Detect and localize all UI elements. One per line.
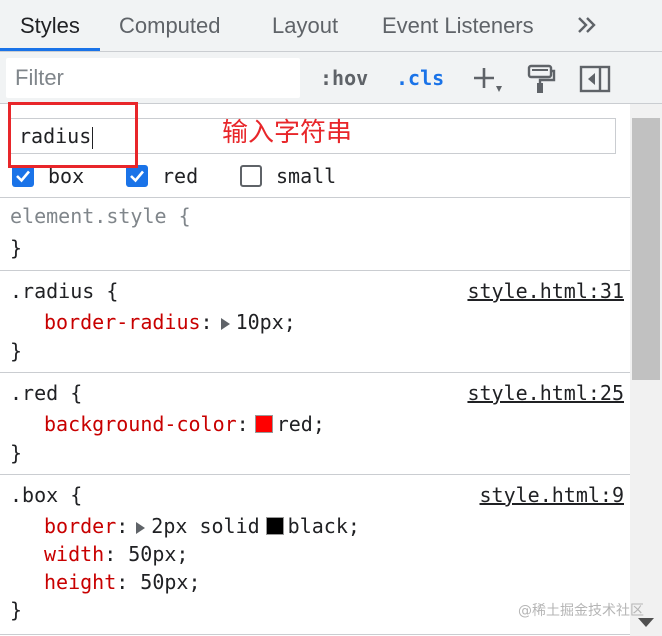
rule-source-link[interactable]: style.html:31 bbox=[467, 277, 624, 305]
vertical-scrollbar[interactable] bbox=[630, 104, 662, 636]
class-label-small: small bbox=[276, 164, 337, 188]
rule-source-link[interactable]: style.html:9 bbox=[480, 481, 625, 509]
rule-selector[interactable]: .box { bbox=[10, 481, 82, 509]
tab-computed[interactable]: Computed bbox=[119, 0, 221, 52]
active-tab-indicator bbox=[0, 48, 100, 51]
property-value[interactable]: 10px; bbox=[236, 310, 296, 334]
rule-close-brace: } bbox=[10, 598, 23, 622]
property-colon: : bbox=[116, 570, 129, 594]
property-colon: : bbox=[104, 542, 117, 566]
checkbox-checked-icon[interactable] bbox=[12, 165, 34, 187]
filter-input[interactable] bbox=[7, 59, 299, 97]
panel-tab-bar: Styles Computed Layout Event Listeners bbox=[0, 0, 662, 52]
property-value[interactable]: red; bbox=[277, 412, 325, 436]
tab-styles[interactable]: Styles bbox=[20, 0, 80, 52]
property-name[interactable]: border-radius bbox=[44, 310, 201, 334]
property-value[interactable]: 2px solid bbox=[151, 514, 259, 538]
double-chevron-right-icon[interactable] bbox=[570, 8, 604, 42]
property-value[interactable]: 50px; bbox=[128, 542, 188, 566]
toggle-sidebar-icon[interactable] bbox=[578, 64, 612, 94]
checkbox-checked-icon[interactable] bbox=[126, 165, 148, 187]
expand-triangle-icon[interactable] bbox=[220, 317, 230, 330]
filter-box bbox=[6, 58, 300, 98]
property-name[interactable]: width bbox=[44, 542, 104, 566]
declaration-row[interactable]: border: 2px solid black; bbox=[44, 512, 360, 540]
scrollbar-thumb[interactable] bbox=[632, 118, 660, 380]
plus-icon[interactable] bbox=[468, 64, 502, 94]
expand-triangle-icon[interactable] bbox=[136, 521, 146, 534]
rule-selector[interactable]: .radius { bbox=[10, 277, 118, 305]
cls-toggle-button[interactable]: .cls bbox=[396, 62, 444, 94]
class-label-red: red bbox=[162, 164, 199, 188]
property-name[interactable]: background-color bbox=[44, 412, 237, 436]
declaration-row[interactable]: border-radius: 10px; bbox=[44, 308, 296, 336]
checkbox-unchecked-icon[interactable] bbox=[240, 165, 262, 187]
rule-selector[interactable]: element.style { bbox=[10, 202, 191, 230]
annotation-highlight-box bbox=[8, 102, 138, 168]
tab-event-listeners[interactable]: Event Listeners bbox=[382, 0, 534, 52]
property-value[interactable]: 50px; bbox=[140, 570, 200, 594]
rule-close-brace: } bbox=[10, 441, 23, 465]
property-colon: : bbox=[200, 310, 213, 334]
rule-close-brace: } bbox=[10, 339, 23, 363]
property-colon: : bbox=[236, 412, 249, 436]
property-value-color[interactable]: black; bbox=[288, 514, 360, 538]
declaration-row[interactable]: width: 50px; bbox=[44, 540, 188, 568]
rule-radius: .radius { style.html:31 border-radius: 10… bbox=[0, 271, 630, 373]
property-name[interactable]: border bbox=[44, 514, 116, 538]
rule-source-link[interactable]: style.html:25 bbox=[467, 379, 624, 407]
paint-brush-icon[interactable] bbox=[524, 64, 558, 94]
declaration-row[interactable]: background-color: red; bbox=[44, 410, 325, 438]
declaration-row[interactable]: height: 50px; bbox=[44, 568, 201, 596]
watermark: @稀土掘金技术社区 bbox=[518, 603, 644, 619]
tab-layout[interactable]: Layout bbox=[272, 0, 338, 52]
rule-element-style: element.style { } bbox=[0, 198, 630, 271]
color-swatch-red[interactable] bbox=[254, 414, 273, 433]
property-name[interactable]: height bbox=[44, 570, 116, 594]
annotation-text: 输入字符串 bbox=[222, 118, 353, 148]
rule-close-brace: } bbox=[10, 236, 23, 260]
styles-toolbar: :hov .cls bbox=[0, 52, 662, 104]
hov-toggle-button[interactable]: :hov bbox=[320, 62, 368, 94]
rule-selector[interactable]: .red { bbox=[10, 379, 82, 407]
property-colon: : bbox=[116, 514, 129, 538]
color-swatch-black[interactable] bbox=[265, 516, 284, 535]
rule-red: .red { style.html:25 background-color: re… bbox=[0, 373, 630, 475]
